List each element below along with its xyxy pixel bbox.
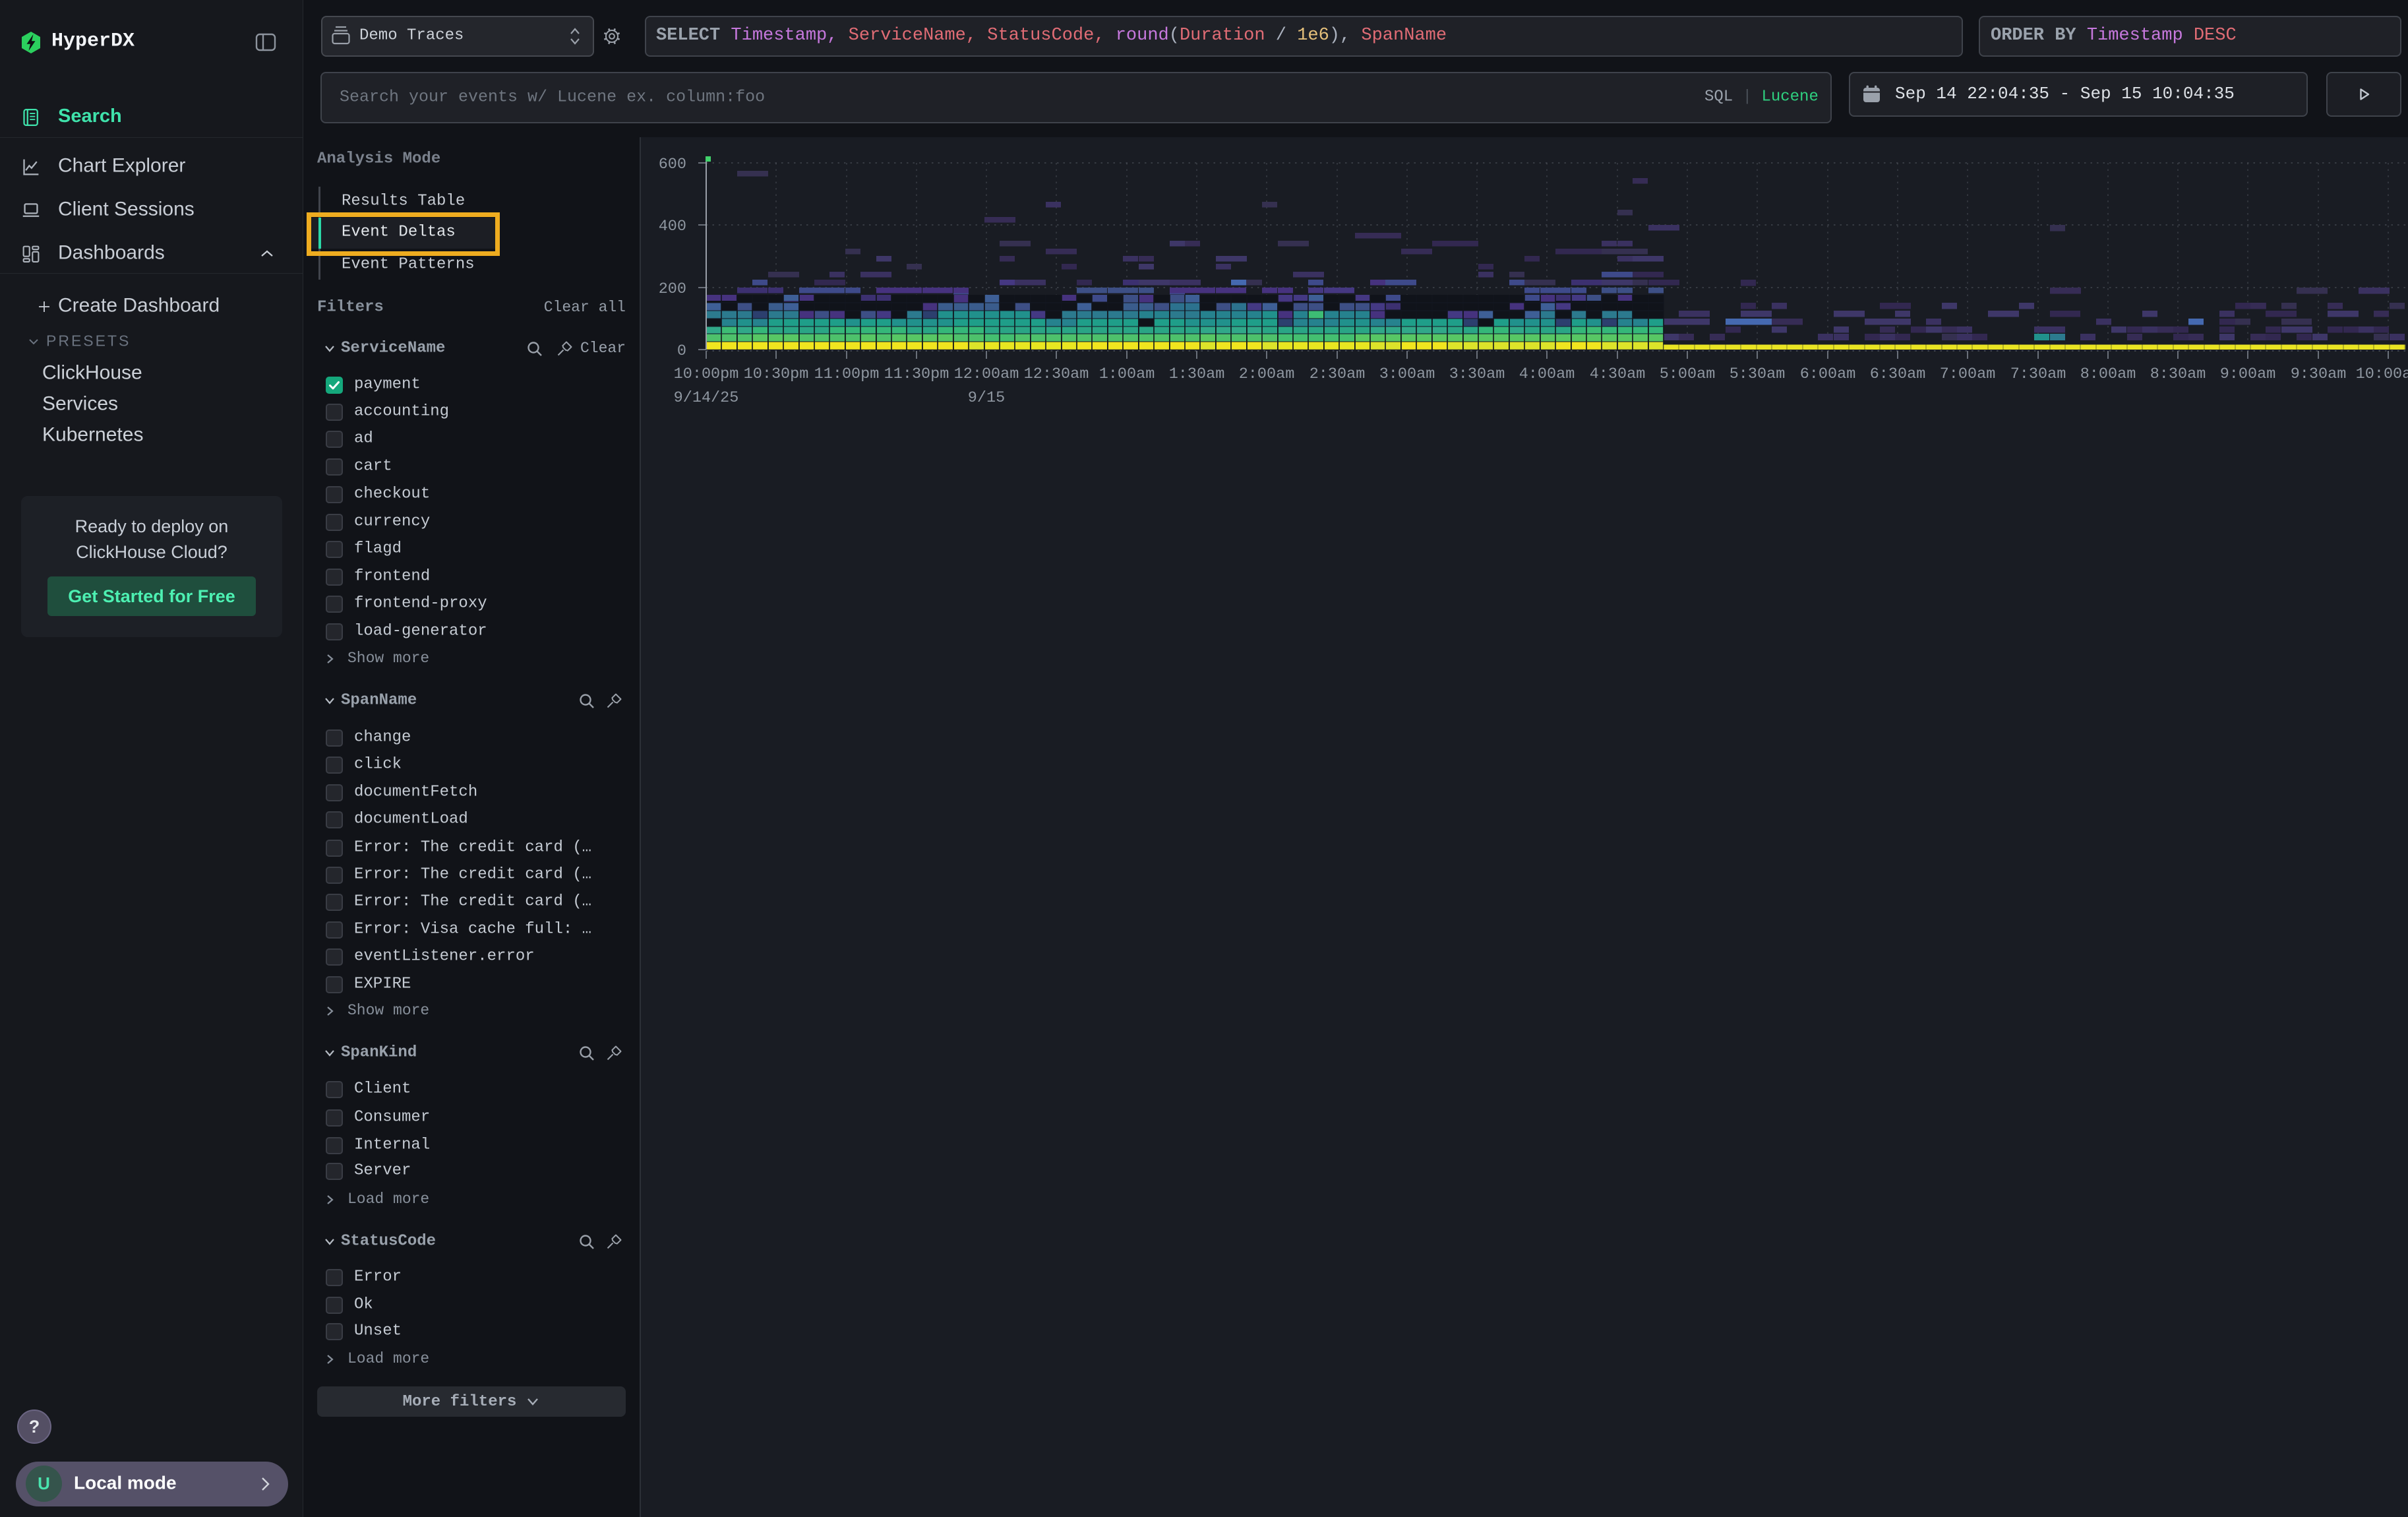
svg-text:3:30am: 3:30am — [1449, 365, 1505, 383]
svg-text:5:30am: 5:30am — [1730, 365, 1786, 383]
svg-text:10:00am: 10:00am — [2356, 365, 2408, 383]
svg-text:2:00am: 2:00am — [1239, 365, 1295, 383]
svg-text:5:00am: 5:00am — [1660, 365, 1716, 383]
svg-text:4:00am: 4:00am — [1519, 365, 1575, 383]
svg-text:7:30am: 7:30am — [2010, 365, 2066, 383]
svg-text:6:00am: 6:00am — [1800, 365, 1856, 383]
svg-text:8:00am: 8:00am — [2080, 365, 2136, 383]
svg-text:6:30am: 6:30am — [1870, 365, 1926, 383]
svg-text:8:30am: 8:30am — [2150, 365, 2206, 383]
svg-text:10:00pm: 10:00pm — [674, 365, 739, 383]
svg-text:12:00am: 12:00am — [954, 365, 1019, 383]
svg-text:400: 400 — [659, 218, 686, 235]
svg-text:9:00am: 9:00am — [2220, 365, 2276, 383]
svg-text:9/14/25: 9/14/25 — [674, 389, 739, 407]
svg-text:7:00am: 7:00am — [1940, 365, 1996, 383]
svg-text:3:00am: 3:00am — [1379, 365, 1435, 383]
svg-text:0: 0 — [677, 342, 686, 360]
svg-text:10:30pm: 10:30pm — [744, 365, 809, 383]
svg-text:4:30am: 4:30am — [1590, 365, 1646, 383]
svg-text:9/15: 9/15 — [968, 389, 1005, 407]
svg-text:11:00pm: 11:00pm — [814, 365, 880, 383]
svg-text:200: 200 — [659, 280, 686, 298]
svg-text:600: 600 — [659, 156, 686, 173]
svg-text:2:30am: 2:30am — [1309, 365, 1366, 383]
svg-text:9:30am: 9:30am — [2291, 365, 2347, 383]
svg-text:1:30am: 1:30am — [1169, 365, 1225, 383]
svg-text:12:30am: 12:30am — [1024, 365, 1089, 383]
svg-text:11:30pm: 11:30pm — [884, 365, 949, 383]
svg-text:1:00am: 1:00am — [1099, 365, 1155, 383]
